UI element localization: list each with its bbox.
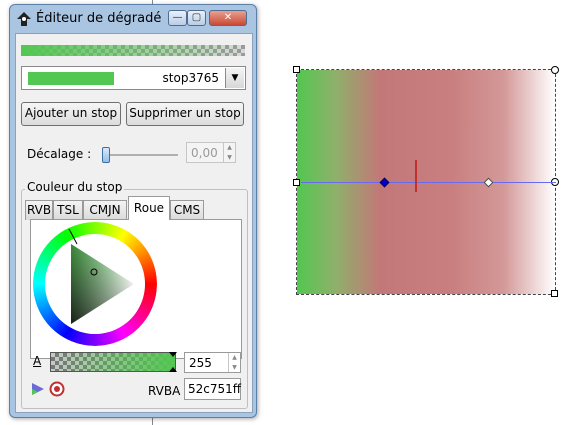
- color-wheel[interactable]: [33, 222, 157, 346]
- rgba-label: RVBA :: [148, 384, 189, 398]
- rgba-input[interactable]: 52c751ff: [184, 378, 241, 400]
- spin-up-icon[interactable]: ▲: [227, 144, 232, 151]
- title-bar[interactable]: Éditeur de dégradé — ▢ ✕: [10, 5, 256, 33]
- tab-cms[interactable]: CMS: [170, 200, 204, 220]
- gradient-editor-dialog: Éditeur de dégradé — ▢ ✕ stop3765 ▼ Ajou…: [9, 4, 257, 418]
- offset-slider-thumb[interactable]: [102, 147, 110, 163]
- offset-value: 0,00: [191, 146, 218, 160]
- alpha-marker-top: [169, 352, 177, 357]
- stop-color-swatch: [28, 72, 114, 85]
- out-of-gamut-icon[interactable]: [49, 381, 65, 397]
- gradient-line: [301, 182, 556, 183]
- tab-tsl[interactable]: TSL: [53, 200, 83, 220]
- alpha-value: 255: [189, 356, 212, 370]
- spin-up-icon[interactable]: ▲: [232, 354, 237, 361]
- spin-down-icon[interactable]: ▼: [227, 154, 232, 161]
- alpha-spin-arrows[interactable]: ▲ ▼: [228, 353, 240, 372]
- alpha-slider[interactable]: [50, 352, 177, 372]
- maximize-icon[interactable]: ▢: [187, 10, 206, 26]
- spin-down-icon[interactable]: ▼: [232, 364, 237, 371]
- gradient-preview: [21, 45, 245, 56]
- remove-stop-button[interactable]: Supprimer un stop: [126, 102, 244, 126]
- dialog-content: stop3765 ▼ Ajouter un stop Supprimer un …: [15, 33, 253, 413]
- offset-slider-track[interactable]: [103, 154, 178, 156]
- minimize-icon[interactable]: —: [168, 10, 187, 26]
- tab-roue[interactable]: Roue: [128, 196, 170, 220]
- canvas-area[interactable]: Éditeur de dégradé — ▢ ✕ stop3765 ▼ Ajou…: [0, 0, 571, 425]
- alpha-marker-bottom: [169, 367, 177, 372]
- stop-color-group-title: Couleur du stop: [25, 180, 125, 194]
- color-managed-icon[interactable]: [30, 381, 46, 397]
- window-title: Éditeur de dégradé: [36, 11, 162, 26]
- resize-handle-top-left[interactable]: [293, 66, 300, 73]
- tab-rvb[interactable]: RVB: [25, 200, 53, 220]
- stop-select-combo[interactable]: stop3765 ▼: [21, 66, 246, 90]
- offset-spin-arrows[interactable]: ▲ ▼: [223, 143, 235, 162]
- close-icon[interactable]: ✕: [209, 10, 247, 26]
- resize-handle-bottom-right[interactable]: [551, 290, 558, 297]
- add-stop-button[interactable]: Ajouter un stop: [21, 102, 121, 126]
- gradient-start-handle[interactable]: [293, 179, 300, 186]
- stop-select-value: stop3765: [162, 71, 219, 85]
- alpha-label: A: [33, 354, 42, 368]
- offset-label: Décalage :: [27, 147, 92, 161]
- app-icon: [17, 12, 31, 26]
- alpha-spinbox[interactable]: 255 ▲ ▼: [184, 352, 241, 373]
- offset-spinbox[interactable]: 0,00 ▲ ▼: [186, 142, 236, 163]
- midpoint-marker[interactable]: [415, 160, 417, 192]
- dropdown-arrow-icon[interactable]: ▼: [225, 68, 244, 88]
- tab-cmjn[interactable]: CMJN: [83, 200, 127, 220]
- resize-handle-top-right[interactable]: [551, 66, 559, 74]
